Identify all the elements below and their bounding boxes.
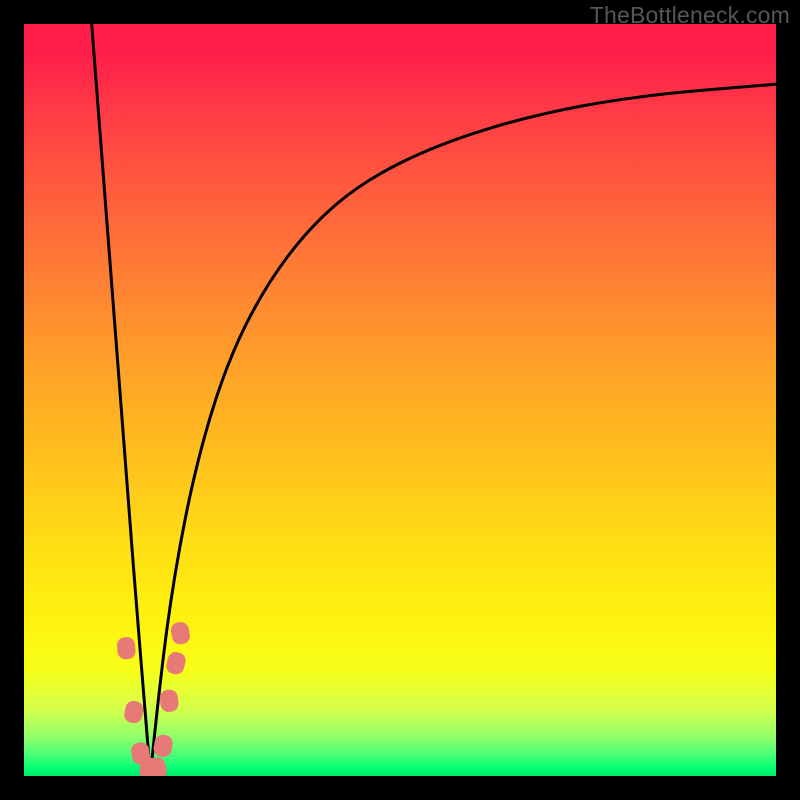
curve-right-branch [150,84,776,776]
curve-left-branch [92,24,151,776]
data-marker [123,699,145,724]
data-marker [165,650,188,676]
watermark-text: TheBottleneck.com [590,2,790,29]
data-marker [159,689,180,713]
plot-area [24,24,776,776]
data-marker [116,636,136,659]
data-marker [169,621,191,646]
curve-layer [24,24,776,776]
chart-frame: TheBottleneck.com [0,0,800,800]
